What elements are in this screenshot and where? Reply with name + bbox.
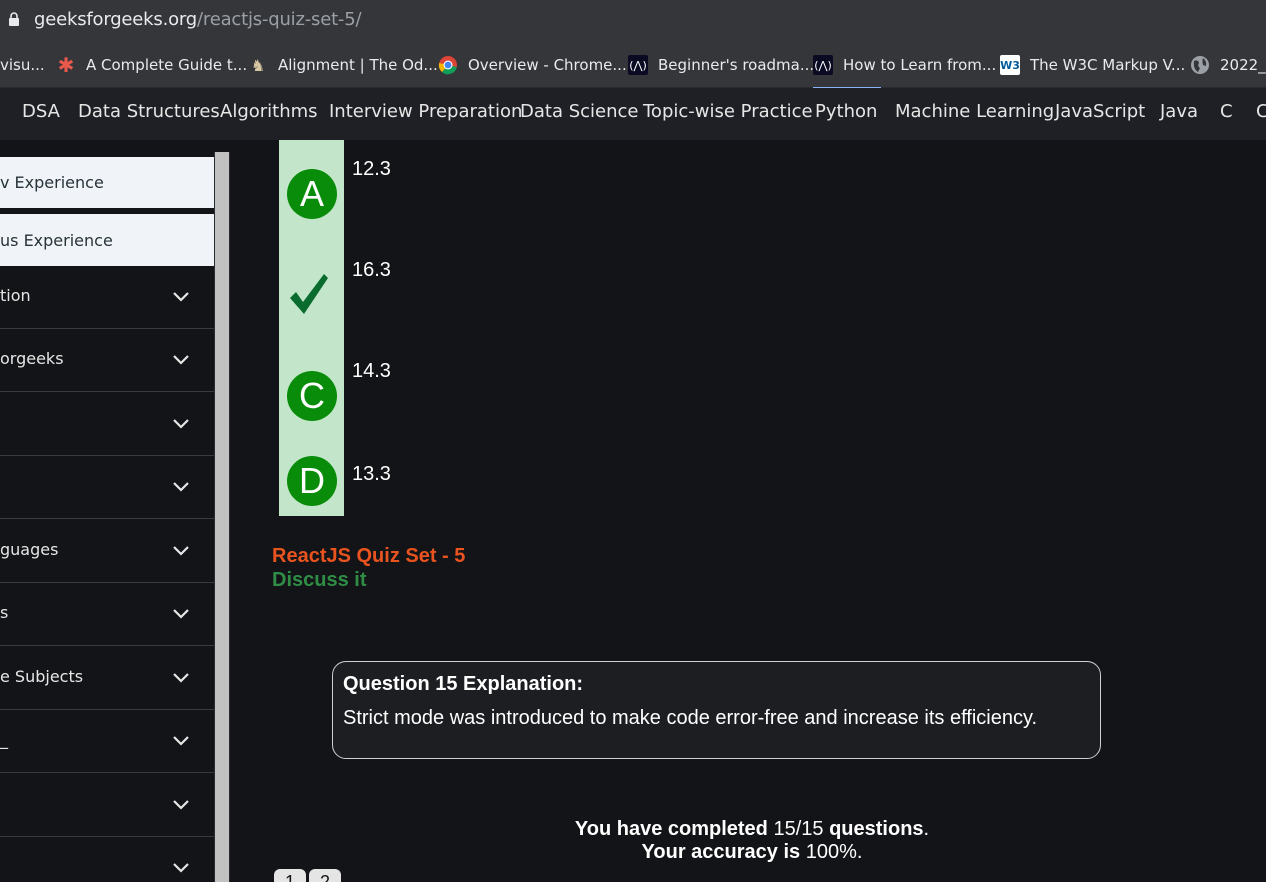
sidebar-item-interview-experience[interactable]: v Experience (0, 157, 214, 208)
explanation-heading: Question 15 Explanation: (343, 673, 584, 695)
completed-prefix: You have completed (574, 818, 768, 840)
nav-interview-preparation[interactable]: Interview Preparation (329, 101, 522, 122)
completed-suffix: questions (829, 818, 924, 840)
sidebar-item-label: orgeeks (0, 349, 64, 368)
option-b-text[interactable]: 16.3 (352, 259, 391, 282)
site-nav: DSA Data Structures Algorithms Interview… (0, 88, 1266, 140)
chevron-down-icon (173, 482, 189, 492)
page-button-1[interactable]: 1 (274, 869, 306, 882)
sidebar-item-3[interactable] (0, 456, 214, 519)
nav-machine-learning[interactable]: Machine Learning (895, 101, 1054, 122)
accuracy-prefix: Your accuracy is (641, 841, 801, 863)
chevron-down-icon (173, 355, 189, 365)
chevron-down-icon (173, 292, 189, 302)
option-d-text[interactable]: 13.3 (352, 463, 391, 486)
nav-dsa[interactable]: DSA (22, 101, 60, 122)
sidebar-item-4[interactable]: guages (0, 520, 214, 583)
bookmark-label: 2022_S (1220, 56, 1266, 74)
page-button-2[interactable]: 2 (309, 869, 341, 882)
option-c-text[interactable]: 14.3 (352, 360, 391, 383)
nav-algorithms[interactable]: Algorithms (220, 101, 318, 122)
sidebar-item-label: guages (0, 540, 59, 559)
chevron-down-icon (173, 609, 189, 619)
sidebar-item-label: tion (0, 286, 31, 305)
quiz-summary: You have completed 15/15 questions. Your… (574, 818, 930, 863)
bookmark-7[interactable]: 2022_S (1190, 54, 1266, 76)
nav-javascript[interactable]: JavaScript (1055, 101, 1145, 122)
sidebar-item-0[interactable]: tion (0, 266, 214, 329)
option-d-badge[interactable]: D (287, 456, 337, 506)
bookmark-4[interactable]: (⋀) Beginner's roadma... (628, 54, 814, 76)
sidebar-item-6[interactable]: e Subjects (0, 647, 214, 710)
address-bar[interactable]: geeksforgeeks.org/reactjs-quiz-set-5/ (0, 0, 1266, 40)
bookmark-5[interactable]: (⋀) How to Learn from... (813, 54, 996, 76)
globe-icon (1190, 55, 1210, 75)
sidebar-item-label: _ (0, 730, 8, 749)
sidebar-item-campus-experience[interactable]: us Experience (0, 214, 214, 266)
bookmark-label: Beginner's roadma... (658, 56, 815, 74)
url-domain: geeksforgeeks.org (34, 9, 198, 30)
explanation-body: Strict mode was introduced to make code … (343, 707, 1038, 729)
chrome-icon (438, 55, 458, 75)
bookmark-label: The W3C Markup V... (1030, 56, 1186, 74)
sidebar: v Experience us Experience tion orgeeks … (0, 140, 230, 882)
fcc-icon: (⋀) (628, 55, 648, 75)
lock-icon (9, 12, 19, 26)
bookmark-label: Overview - Chrome... (468, 56, 627, 74)
bookmark-0[interactable]: visu... (0, 54, 45, 76)
explanation-box: Question 15 Explanation: Strict mode was… (332, 661, 1101, 759)
completed-value: 15/15 (773, 818, 824, 840)
odin-icon: ♞ (250, 55, 266, 75)
bookmark-label: How to Learn from... (843, 56, 997, 74)
sidebar-scrollbar-thumb[interactable] (215, 152, 229, 882)
sidebar-item-label: s (0, 603, 9, 622)
nav-topic-wise-practice[interactable]: Topic-wise Practice (643, 101, 813, 122)
url-path: /reactjs-quiz-set-5/ (197, 9, 362, 30)
nav-data-structures[interactable]: Data Structures (78, 101, 220, 122)
chevron-down-icon (173, 800, 189, 810)
nav-cpp[interactable]: C (1256, 101, 1266, 122)
sidebar-item-1[interactable]: orgeeks (0, 329, 214, 392)
option-a-badge[interactable]: A (287, 169, 337, 219)
sidebar-item-2[interactable] (0, 393, 214, 456)
bookmark-6[interactable]: W3 The W3C Markup V... (1000, 54, 1185, 76)
nav-java[interactable]: Java (1160, 101, 1198, 122)
fcc-icon: (⋀) (813, 55, 833, 75)
option-c-badge[interactable]: C (287, 371, 337, 421)
bookmark-3[interactable]: Overview - Chrome... (438, 54, 627, 76)
sidebar-item-label: us Experience (0, 231, 113, 250)
chevron-down-icon (173, 546, 189, 556)
sidebar-item-label: v Experience (0, 173, 104, 192)
option-a-text[interactable]: 12.3 (352, 158, 391, 181)
w3c-icon: W3 (1000, 55, 1020, 75)
accuracy-value: 100% (805, 841, 857, 863)
bookmark-2[interactable]: ♞ Alignment | The Od... (248, 54, 438, 76)
quiz-title-link[interactable]: ReactJS Quiz Set - 5 (272, 545, 465, 568)
bookmarks-bar: visu... ✱ A Complete Guide t... ♞ Alignm… (0, 40, 1266, 88)
url-text[interactable]: geeksforgeeks.org/reactjs-quiz-set-5/ (34, 9, 362, 30)
asterisk-icon: ✱ (57, 53, 75, 77)
bookmark-label: visu... (0, 56, 45, 74)
correct-check-icon (290, 274, 328, 314)
sidebar-item-7[interactable]: _ (0, 710, 214, 773)
sidebar-item-label: e Subjects (0, 667, 84, 686)
chevron-down-icon (173, 736, 189, 746)
nav-c[interactable]: C (1220, 101, 1233, 122)
bookmark-label: A Complete Guide t... (86, 56, 248, 74)
nav-python[interactable]: Python (815, 101, 877, 122)
sidebar-item-5[interactable]: s (0, 583, 214, 646)
chevron-down-icon (173, 419, 189, 429)
chevron-down-icon (173, 673, 189, 683)
bookmark-label: Alignment | The Od... (278, 56, 438, 74)
bookmark-1[interactable]: ✱ A Complete Guide t... (56, 53, 248, 77)
nav-data-science[interactable]: Data Science (520, 101, 638, 122)
discuss-link[interactable]: Discuss it (272, 569, 366, 592)
